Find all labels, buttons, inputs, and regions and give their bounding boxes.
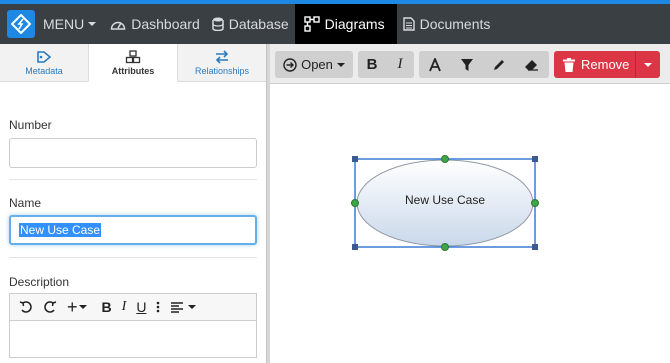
logo-icon (11, 14, 31, 34)
tab-relationships[interactable]: Relationships (178, 44, 266, 81)
tab-attributes[interactable]: Attributes (88, 44, 178, 82)
tab-metadata[interactable]: Metadata (0, 44, 88, 81)
tab-attributes-label: Attributes (111, 65, 155, 76)
undo-button[interactable] (19, 300, 33, 314)
remove-button-label: Remove (581, 57, 630, 72)
nav-dashboard-label: Dashboard (131, 16, 200, 32)
sign-in-icon (283, 57, 297, 72)
app-logo[interactable] (7, 10, 35, 38)
font-icon (429, 57, 441, 71)
top-navbar: MENU Dashboard Database Diagrams Documen… (0, 4, 670, 44)
pencil-button[interactable] (483, 51, 515, 78)
open-button-label: Open (301, 57, 333, 72)
caret-down-icon (88, 22, 97, 26)
database-icon (211, 17, 224, 31)
font-button[interactable] (419, 51, 451, 78)
text-style-group: B I (358, 51, 414, 78)
use-case-label: New Use Case (405, 193, 485, 207)
dashboard-icon (110, 21, 126, 30)
name-label: Name (9, 196, 42, 210)
diagram-canvas[interactable]: New Use Case (275, 84, 670, 363)
nav-documents-label: Documents (419, 16, 491, 32)
nav-dashboard[interactable]: Dashboard (104, 4, 206, 44)
number-field-group: Number (9, 118, 257, 168)
remove-button[interactable]: Remove (554, 51, 660, 78)
undo-icon (19, 301, 32, 313)
divider (9, 179, 257, 180)
exchange-icon (215, 49, 229, 64)
properties-panel: Metadata Attributes Relationships Number… (0, 44, 266, 363)
document-icon (402, 17, 415, 31)
nav-database-label: Database (228, 16, 289, 32)
open-dropdown-button[interactable]: Open (275, 51, 353, 78)
caret-down-icon (78, 305, 87, 309)
italic-button[interactable]: I (386, 51, 414, 78)
description-editor-toolbar: + B I U (9, 293, 257, 320)
number-label: Number (9, 118, 52, 132)
insert-dropdown[interactable]: + (67, 297, 87, 318)
name-input[interactable]: New Use Case (9, 215, 257, 245)
cubes-icon (125, 49, 141, 63)
name-field-group: Name New Use Case (9, 196, 257, 245)
caret-down-icon (336, 62, 345, 67)
panel-splitter[interactable] (266, 44, 270, 363)
nav-documents[interactable]: Documents (397, 4, 497, 44)
align-dropdown[interactable] (170, 301, 197, 313)
nav-diagrams[interactable]: Diagrams (294, 4, 397, 44)
tab-relationships-label: Relationships (194, 65, 250, 76)
more-options-button[interactable] (156, 300, 160, 314)
align-left-icon (171, 302, 184, 313)
caret-down-icon (188, 305, 197, 309)
description-editor[interactable] (9, 320, 257, 358)
format-group (419, 51, 549, 78)
name-input-value: New Use Case (19, 223, 102, 237)
nav-database[interactable]: Database (206, 4, 295, 44)
nav-diagrams-label: Diagrams (324, 16, 385, 32)
diagram-icon (303, 16, 320, 32)
number-input[interactable] (9, 138, 257, 168)
panel-tabs: Metadata Attributes Relationships (0, 44, 266, 82)
bold-button[interactable]: B (358, 51, 386, 78)
bold-button[interactable]: B (102, 299, 112, 315)
description-field-group: Description (9, 275, 257, 289)
eraser-icon (524, 59, 538, 71)
menu-dropdown[interactable]: MENU (35, 4, 104, 44)
italic-button[interactable]: I (122, 299, 127, 315)
open-button-group: Open (275, 51, 353, 78)
caret-down-icon (644, 62, 652, 67)
divider (9, 257, 257, 258)
pencil-icon (494, 59, 504, 70)
remove-dropdown-toggle[interactable] (636, 51, 660, 78)
tag-icon (37, 50, 52, 63)
redo-icon (44, 301, 57, 313)
filter-icon (461, 58, 473, 71)
more-vertical-icon (157, 301, 160, 313)
diagram-svg: New Use Case (351, 155, 539, 251)
trash-icon (563, 57, 575, 72)
filter-button[interactable] (451, 51, 483, 78)
eraser-button[interactable] (515, 51, 547, 78)
tab-metadata-label: Metadata (25, 65, 63, 76)
description-label: Description (9, 275, 70, 289)
redo-button[interactable] (43, 300, 57, 314)
underline-button[interactable]: U (136, 299, 146, 315)
menu-label: MENU (43, 16, 85, 32)
